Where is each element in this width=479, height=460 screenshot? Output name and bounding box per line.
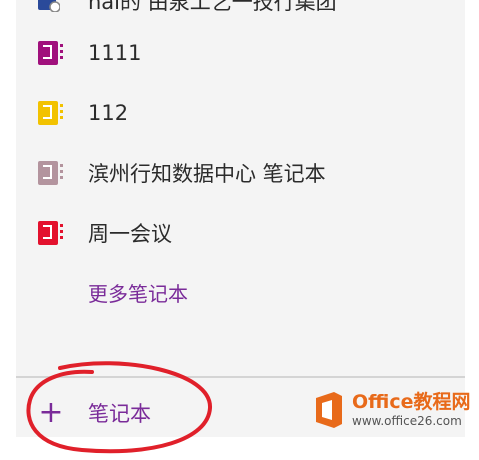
notebook-label: 112 [88, 101, 129, 125]
notebook-item-1111[interactable]: 1111 [38, 33, 141, 73]
notebook-item-monday-meeting[interactable]: 周一会议 [38, 213, 172, 253]
notebook-label: hai的 由泉工艺一技行集团 [88, 0, 337, 14]
notebook-icon [38, 161, 63, 185]
notebook-item-binzhou[interactable]: 滨州行知数据中心 笔记本 [38, 153, 326, 193]
notebook-item-partial[interactable]: hai的 由泉工艺一技行集团 [38, 0, 337, 16]
divider [16, 376, 465, 378]
add-notebook-button[interactable]: + 笔记本 [38, 393, 151, 433]
watermark-title: Office教程网 [352, 391, 471, 413]
notebook-label: 滨州行知数据中心 笔记本 [88, 162, 326, 186]
watermark-url: www.office26.com [352, 414, 462, 428]
notebook-icon [38, 0, 61, 13]
notebook-item-112[interactable]: 112 [38, 93, 128, 133]
notebook-icon [38, 41, 63, 65]
notebook-icon [38, 221, 63, 245]
add-notebook-label: 笔记本 [88, 402, 151, 426]
office-logo-icon [316, 392, 342, 428]
notebook-label: 1111 [88, 41, 142, 65]
more-notebooks-link[interactable]: 更多笔记本 [88, 278, 188, 307]
notebook-label: 周一会议 [88, 222, 172, 246]
notebook-icon [38, 101, 63, 125]
plus-icon: + [38, 395, 64, 430]
watermark: Office教程网 www.office26.com [312, 386, 474, 434]
